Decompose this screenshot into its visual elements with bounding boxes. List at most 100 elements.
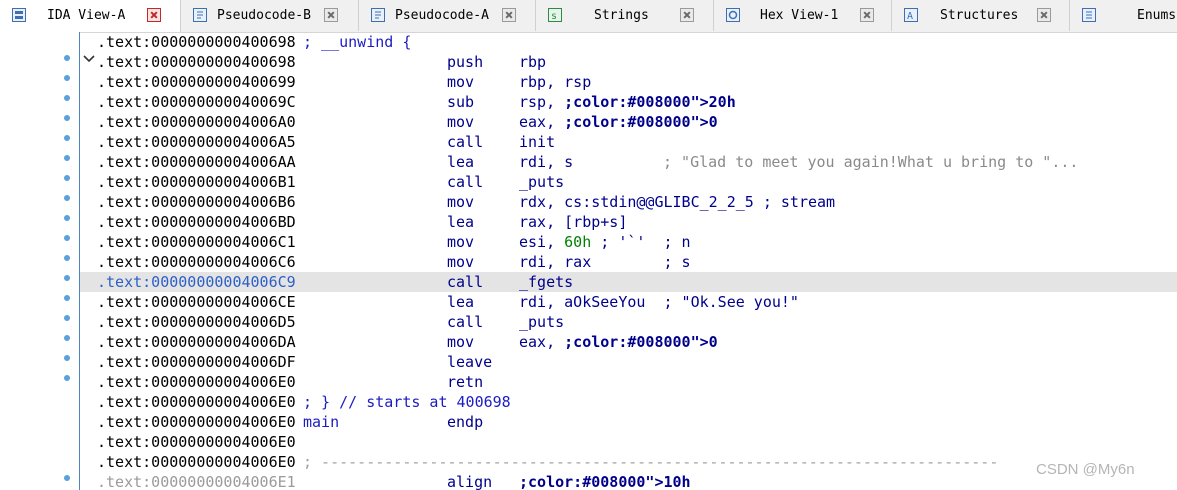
address: .text:00000000004006A5 [97, 133, 296, 151]
tab-enums[interactable]: Enums [1070, 0, 1177, 31]
listing-row[interactable]: .text:00000000004006AA lea rdi, s ; "Gla… [80, 152, 1177, 172]
address: .text:0000000000400698 [97, 33, 296, 51]
close-icon[interactable] [680, 8, 694, 22]
address: .text:0000000000400699 [97, 73, 296, 91]
tab-pseudocode-a[interactable]: Pseudocode-A [359, 0, 536, 31]
pseudocode-icon [371, 8, 385, 22]
close-icon[interactable] [147, 8, 161, 22]
operands: eax, ;color:#008000">0 [519, 333, 718, 351]
strings-icon: s [548, 8, 562, 22]
operands: rbp, rsp [519, 73, 592, 91]
listing-row[interactable]: .text:00000000004006E0 main endp [80, 412, 1177, 432]
hex-view-icon [726, 8, 740, 22]
address: .text:00000000004006C9 [97, 273, 296, 291]
mnemonic: mov [447, 333, 475, 351]
comment: ; } // starts at 400698 [303, 393, 511, 411]
tab-label: Pseudocode-A [395, 8, 489, 23]
tab-label: Pseudocode-B [217, 8, 311, 23]
close-icon[interactable] [1037, 8, 1051, 22]
mnemonic: mov [447, 113, 475, 131]
comment: ; __unwind { [303, 33, 412, 51]
operands: eax, ;color:#008000">0 [519, 113, 718, 131]
pseudocode-icon [193, 8, 207, 22]
listing-row[interactable]: .text:00000000004006DF leave [80, 352, 1177, 372]
tab-label: Hex View-1 [760, 8, 839, 23]
listing-row[interactable]: .text:00000000004006E0 retn [80, 372, 1177, 392]
listing-row[interactable]: .text:00000000004006B6 mov rdx, cs:stdin… [80, 192, 1177, 212]
tab-hex-view-1[interactable]: Hex View-1 [714, 0, 892, 31]
address: .text:00000000004006DA [97, 333, 296, 351]
tab-strings[interactable]: s Strings [536, 0, 714, 31]
mnemonic: call [447, 313, 484, 331]
listing-row[interactable]: .text:0000000000400698 push rbp [80, 52, 1177, 72]
listing-row[interactable]: .text:00000000004006E1 align ;color:#008… [80, 472, 1177, 490]
close-icon[interactable] [860, 8, 874, 22]
flow-dot [64, 75, 70, 81]
flow-dot [64, 315, 70, 321]
listing-row[interactable]: .text:00000000004006CE lea rdi, aOkSeeYo… [80, 292, 1177, 312]
listing-row[interactable]: .text:00000000004006C6 mov rdi, rax ; s [80, 252, 1177, 272]
address: .text:00000000004006CE [97, 293, 296, 311]
address: .text:00000000004006E0 [97, 373, 296, 391]
disassembly-listing[interactable]: .text:0000000000400698 ; __unwind { .tex… [80, 32, 1177, 490]
address: .text:0000000000400698 [97, 53, 296, 71]
svg-text:s: s [551, 11, 557, 21]
listing-row[interactable]: .text:00000000004006E0 ; ---------------… [80, 452, 1177, 472]
listing-row[interactable]: .text:00000000004006C1 mov esi, 60h ; '`… [80, 232, 1177, 252]
operands: rdi, aOkSeeYou ; "Ok.See you!" [519, 293, 799, 311]
mnemonic: call [447, 173, 484, 191]
flow-dot [64, 215, 70, 221]
enums-icon [1082, 8, 1096, 22]
mnemonic: call [447, 133, 484, 151]
tab-label: Strings [594, 8, 649, 23]
listing-row[interactable]: .text:0000000000400698 ; __unwind { [80, 32, 1177, 52]
address: .text:00000000004006E0 [97, 393, 296, 411]
address: .text:00000000004006C1 [97, 233, 296, 251]
listing-row[interactable]: .text:00000000004006B1 call _puts [80, 172, 1177, 192]
listing-row[interactable]: .text:00000000004006BD lea rax, [rbp+s] [80, 212, 1177, 232]
listing-row[interactable]: .text:00000000004006A0 mov eax, ;color:#… [80, 112, 1177, 132]
listing-row-selected[interactable]: .text:00000000004006C9 call _fgets [80, 272, 1177, 292]
operands: rbp [519, 53, 547, 71]
operands: _puts [519, 313, 565, 331]
flow-dot [64, 195, 70, 201]
tab-bar: IDA View-A Pseudocode-B Pseudocode-A s S… [0, 0, 1177, 33]
close-icon[interactable] [502, 8, 516, 22]
tab-label: Structures [940, 8, 1019, 23]
listing-row[interactable]: .text:0000000000400699 mov rbp, rsp [80, 72, 1177, 92]
listing-row[interactable]: .text:00000000004006A5 call init [80, 132, 1177, 152]
close-icon[interactable] [324, 8, 338, 22]
graph-view-icon [12, 8, 26, 22]
mnemonic: endp [447, 413, 484, 431]
listing-row[interactable]: .text:00000000004006E0 [80, 432, 1177, 452]
operands: ;color:#008000">10h [519, 473, 691, 490]
listing-row[interactable]: .text:00000000004006E0 ; } // starts at … [80, 392, 1177, 412]
flow-dot [64, 475, 70, 481]
mnemonic: mov [447, 233, 475, 251]
tab-pseudocode-b[interactable]: Pseudocode-B [181, 0, 359, 31]
comment: ; "Glad to meet you again!What u bring t… [663, 153, 1079, 171]
mnemonic: sub [447, 93, 475, 111]
operands: rdx, cs:stdin@@GLIBC_2_2_5 ; stream [519, 193, 836, 211]
flow-dot [64, 375, 70, 381]
address: .text:00000000004006E0 [97, 453, 296, 471]
flow-dot [64, 95, 70, 101]
tab-structures[interactable]: A Structures [892, 0, 1070, 31]
address: .text:00000000004006AA [97, 153, 296, 171]
separator-comment: ; --------------------------------------… [303, 453, 999, 471]
address: .text:00000000004006E1 [97, 473, 296, 490]
function-label[interactable]: main [303, 413, 339, 431]
flow-dot [64, 335, 70, 341]
address: .text:00000000004006E0 [97, 433, 296, 451]
listing-row[interactable]: .text:000000000040069C sub rsp, ;color:#… [80, 92, 1177, 112]
mnemonic: mov [447, 193, 475, 211]
operands: init [519, 133, 556, 151]
listing-row[interactable]: .text:00000000004006D5 call _puts [80, 312, 1177, 332]
svg-text:A: A [907, 11, 913, 21]
tab-label: Enums [1137, 8, 1177, 23]
tab-ida-view-a[interactable]: IDA View-A [0, 0, 181, 32]
mnemonic: mov [447, 73, 475, 91]
mnemonic: lea [447, 293, 475, 311]
listing-row[interactable]: .text:00000000004006DA mov eax, ;color:#… [80, 332, 1177, 352]
flow-dot [64, 115, 70, 121]
